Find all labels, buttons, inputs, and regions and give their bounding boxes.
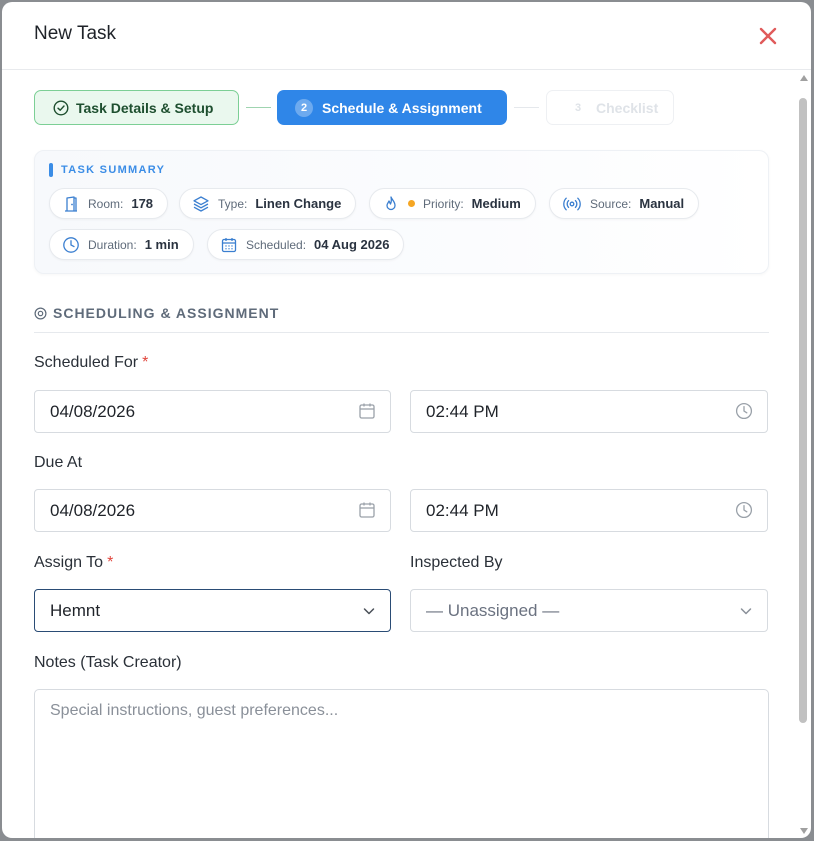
summary-chip-priority: Priority: Medium <box>369 188 536 219</box>
priority-dot <box>408 200 415 207</box>
step-checklist[interactable]: 3 Checklist <box>546 90 674 125</box>
required-mark: * <box>107 554 114 571</box>
chip-label: Room: <box>88 196 124 211</box>
input-value: 02:44 PM <box>426 500 499 520</box>
select-value: — Unassigned — <box>426 600 560 620</box>
due-date-input[interactable]: 04/08/2026 <box>34 489 391 532</box>
section-title-text: SCHEDULING & ASSIGNMENT <box>53 305 280 321</box>
input-value: 04/08/2026 <box>50 500 136 520</box>
modal-title: New Task <box>34 23 117 44</box>
label-text: Assign To <box>34 554 104 571</box>
step-schedule-assignment[interactable]: 2 Schedule & Assignment <box>277 90 507 125</box>
section-divider <box>34 332 769 333</box>
assign-to-select[interactable]: Hemnt <box>34 589 391 632</box>
check-circle-icon <box>53 99 69 116</box>
layers-icon <box>193 195 209 212</box>
notes-label: Notes (Task Creator) <box>34 654 182 671</box>
scrollbar[interactable] <box>796 71 811 838</box>
scroll-down-arrow-icon[interactable] <box>800 828 808 834</box>
scheduled-date-input[interactable]: 04/08/2026 <box>34 390 391 433</box>
target-icon <box>34 306 47 320</box>
calendar-icon[interactable] <box>358 501 376 519</box>
input-value: 02:44 PM <box>426 401 499 421</box>
step-label: Task Details & Setup <box>76 99 214 116</box>
chip-label: Scheduled: <box>246 237 307 252</box>
chip-label: Priority: <box>423 196 464 211</box>
step-number: 3 <box>574 101 582 114</box>
inspected-by-select[interactable]: — Unassigned — <box>410 589 768 632</box>
modal-header: New Task <box>2 2 811 70</box>
clock-icon <box>63 236 79 253</box>
input-value: 04/08/2026 <box>50 401 136 421</box>
chip-value: Manual <box>639 196 685 211</box>
select-value: Hemnt <box>50 600 101 620</box>
new-task-modal: New Task Task Details & Setup 2 Schedule… <box>2 2 811 838</box>
step-connector <box>514 107 539 108</box>
scheduled-for-label: Scheduled For * <box>34 354 148 372</box>
step-task-details[interactable]: Task Details & Setup <box>34 90 239 125</box>
calendar-icon <box>221 237 237 252</box>
chip-label: Source: <box>590 196 632 211</box>
close-x-icon <box>759 27 777 45</box>
flame-icon <box>386 195 396 210</box>
summary-chip-type: Type: Linen Change <box>179 188 357 219</box>
chip-value: 178 <box>131 196 154 211</box>
clock-icon[interactable] <box>735 402 753 420</box>
scroll-up-arrow-icon[interactable] <box>800 75 808 81</box>
chip-label: Type: <box>218 196 248 211</box>
label-text: Scheduled For <box>34 354 139 371</box>
summary-chip-room: Room: 178 <box>49 188 169 219</box>
summary-chip-scheduled: Scheduled: 04 Aug 2026 <box>207 229 405 260</box>
chip-value: 04 Aug 2026 <box>314 237 390 252</box>
step-label: Checklist <box>596 99 659 116</box>
step-label: Schedule & Assignment <box>322 99 482 116</box>
required-mark: * <box>142 354 149 371</box>
due-time-input[interactable]: 02:44 PM <box>410 489 768 532</box>
door-icon <box>65 195 77 212</box>
chip-value: Linen Change <box>255 196 342 211</box>
summary-chip-duration: Duration: 1 min <box>49 229 194 260</box>
summary-title: TASK SUMMARY <box>49 163 165 177</box>
scheduled-time-input[interactable]: 02:44 PM <box>410 390 768 433</box>
scrollbar-thumb[interactable] <box>799 98 807 723</box>
notes-placeholder: Special instructions, guest preferences.… <box>50 702 339 719</box>
step-number: 2 <box>295 98 313 117</box>
task-summary-card: TASK SUMMARY Room: 178 Type: Linen Chang… <box>34 150 769 274</box>
clock-icon[interactable] <box>735 501 753 519</box>
chevron-down-icon <box>363 608 375 615</box>
due-at-label: Due At <box>34 454 83 471</box>
chevron-down-icon <box>740 608 752 615</box>
section-title: SCHEDULING & ASSIGNMENT <box>34 305 279 321</box>
assign-to-label: Assign To * <box>34 554 113 572</box>
close-button[interactable] <box>754 22 782 50</box>
step-connector <box>246 107 271 108</box>
inspected-by-label: Inspected By <box>410 554 503 571</box>
calendar-icon[interactable] <box>358 402 376 420</box>
notes-textarea[interactable]: Special instructions, guest preferences.… <box>34 689 769 838</box>
chip-value: Medium <box>471 196 521 211</box>
chip-value: 1 min <box>144 237 179 252</box>
summary-chip-source: Source: Manual <box>549 188 700 219</box>
chip-label: Duration: <box>88 237 137 252</box>
modal-body: Task Details & Setup 2 Schedule & Assign… <box>2 71 811 838</box>
broadcast-icon <box>563 197 581 210</box>
